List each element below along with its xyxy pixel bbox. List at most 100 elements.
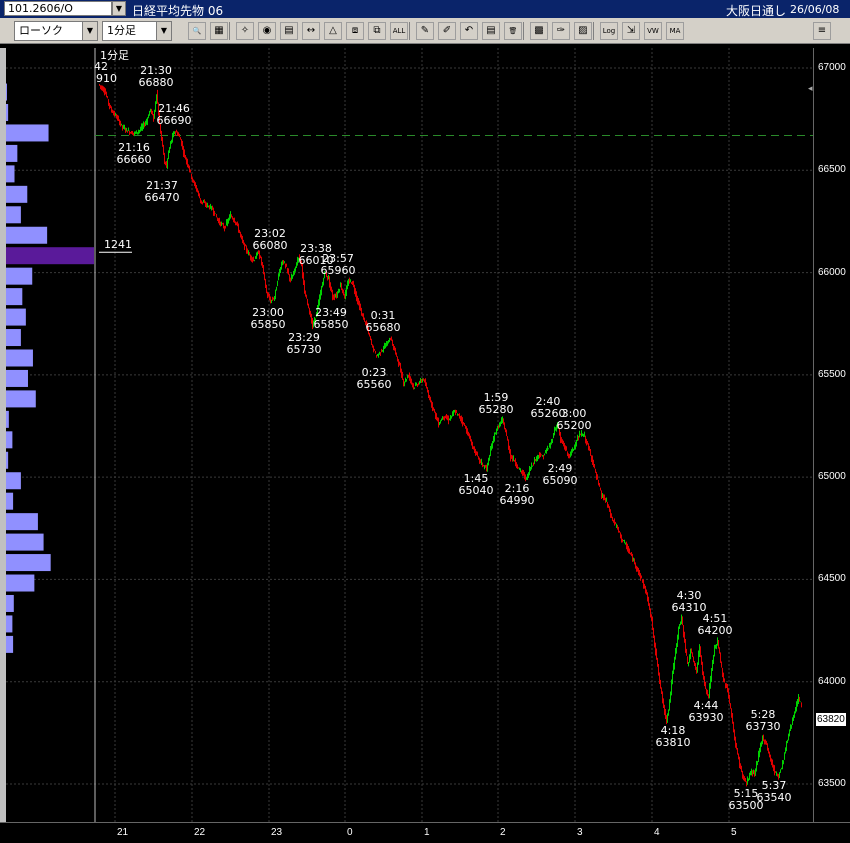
volume-profile-bar xyxy=(6,513,38,531)
volume-profile-bar xyxy=(6,615,13,633)
trash-icon[interactable]: 🗑 xyxy=(504,22,522,40)
volume-profile-bar xyxy=(6,451,9,469)
volume-profile-bar xyxy=(6,369,28,387)
annotation-price: 65090 xyxy=(542,473,578,487)
rewind-icon[interactable]: ↶ xyxy=(460,22,478,40)
toolbar-separator xyxy=(523,22,524,40)
volume-profile-bar xyxy=(6,247,94,265)
volume-profile-bar xyxy=(6,165,15,183)
zoom-icon[interactable]: 🔍 xyxy=(188,22,206,40)
chart-type-select[interactable]: ローソク ▼ xyxy=(14,21,98,41)
x-tick-label: 0 xyxy=(347,827,353,838)
annotation-price: 65680 xyxy=(365,321,401,335)
volume-profile-bar xyxy=(6,329,21,347)
tool-b-icon[interactable]: ◉ xyxy=(258,22,276,40)
annotation-price: 65200 xyxy=(556,419,592,433)
annotation-price: 64310 xyxy=(671,601,707,615)
tool-g-icon[interactable]: ⧉ xyxy=(368,22,386,40)
time-axis[interactable]: 21 22 23 0 1 2 3 4 5 xyxy=(0,822,850,843)
scale-marker-icon: ◂ xyxy=(808,84,813,94)
exit-icon[interactable]: ⇲ xyxy=(622,22,640,40)
y-tick-label: 65500 xyxy=(818,368,846,380)
vwap-icon[interactable]: VW xyxy=(644,22,662,40)
x-tick-label: 4 xyxy=(654,827,660,838)
color-icon[interactable]: ▨ xyxy=(574,22,592,40)
trade-date: 26/06/08 xyxy=(790,3,840,16)
y-tick-label: 66000 xyxy=(818,266,846,278)
annotation-price: 66660 xyxy=(116,152,152,166)
annotation-price: 66880 xyxy=(138,75,174,89)
annotation-price: 63540 xyxy=(756,790,792,804)
volume-profile-bar xyxy=(6,83,7,101)
annotation-price: 63810 xyxy=(655,735,691,749)
draw-icon[interactable]: ✐ xyxy=(438,22,456,40)
volume-profile-bar xyxy=(6,104,9,122)
tool-f-icon[interactable]: ⧈ xyxy=(346,22,364,40)
volume-profile-bar xyxy=(6,144,18,162)
volume-profile-bar xyxy=(6,288,23,306)
volume-profile-bar xyxy=(6,390,36,408)
x-tick-label: 22 xyxy=(194,827,206,838)
annotation-price: 66690 xyxy=(156,114,192,128)
all-icon[interactable]: ALL xyxy=(390,22,408,40)
ma-icon[interactable]: MA xyxy=(666,22,684,40)
table-icon[interactable]: ▦ xyxy=(210,22,228,40)
annotation-price: 65560 xyxy=(356,377,392,391)
tool-c-icon[interactable]: ▤ xyxy=(280,22,298,40)
chart-type-value: ローソク xyxy=(19,24,63,37)
first-bar-price: 910 xyxy=(96,72,117,85)
annotation-price: 64200 xyxy=(697,623,733,637)
tool-e-icon[interactable]: △ xyxy=(324,22,342,40)
pen-icon[interactable]: ✎ xyxy=(416,22,434,40)
volume-profile-bar xyxy=(6,554,51,572)
annotation-price: 65960 xyxy=(320,263,356,277)
volume-profile-bar xyxy=(6,185,28,203)
volume-profile-bar xyxy=(6,226,48,244)
volume-max-label: 1241 xyxy=(104,238,132,252)
symbol-input[interactable]: 101.2606/O xyxy=(4,1,112,16)
x-tick-label: 3 xyxy=(577,827,583,838)
tool-d-icon[interactable]: ↔ xyxy=(302,22,320,40)
title-bar: 101.2606/O ▼ 日経平均先物 06 大阪日通し 26/06/08 xyxy=(0,0,850,18)
log-icon[interactable]: Log xyxy=(600,22,618,40)
y-tick-label: 66500 xyxy=(818,164,846,176)
price-scale[interactable]: 67000 66500 66000 65500 65000 64500 64000 63500… xyxy=(808,48,850,822)
volume-profile-bar xyxy=(6,349,33,367)
annotation-price: 65730 xyxy=(286,342,322,356)
annotation-price: 65040 xyxy=(458,483,494,497)
y-tick-label: 63500 xyxy=(818,778,846,789)
volume-profile-bar xyxy=(6,472,21,490)
toolbar-separator xyxy=(409,22,410,40)
interval-select[interactable]: 1分足 ▼ xyxy=(102,21,172,41)
volume-profile-bar xyxy=(6,410,9,428)
annotation-price: 63930 xyxy=(688,711,724,725)
menu-icon[interactable]: ≡ xyxy=(813,22,831,40)
toolbar: ローソク ▼ 1分足 ▼ 🔍 ▦ ✧ ◉ ▤ ↔ △ ⧈ ⧉ ALL ✎ ✐ ↶ ▤ 🗑 ▩ ✑ ▨ Log ⇲ VW M… xyxy=(0,18,850,44)
annotation-price: 65850 xyxy=(250,318,286,332)
volume-profile-bar xyxy=(6,533,44,551)
note-icon[interactable]: ▤ xyxy=(482,22,500,40)
chevron-down-icon[interactable]: ▼ xyxy=(156,22,171,40)
x-tick-label: 1 xyxy=(424,827,430,838)
chart-area[interactable]: 1分足 42 910 1241 21:30 66880 21:46 66690 21:16 666… xyxy=(6,48,813,822)
y-tick-label: 67000 xyxy=(818,62,846,73)
chevron-down-icon[interactable]: ▼ xyxy=(82,22,97,40)
volume-profile-bar xyxy=(6,206,21,224)
instrument-name: 日経平均先物 06 xyxy=(132,4,224,18)
y-tick-label: 64500 xyxy=(818,573,846,585)
symbol-dropdown-icon[interactable]: ▼ xyxy=(112,1,126,16)
tool-a-icon[interactable]: ✧ xyxy=(236,22,254,40)
volume-profile-bar xyxy=(6,635,14,653)
volume-profile-bar xyxy=(6,431,13,449)
pattern-icon[interactable]: ▩ xyxy=(530,22,548,40)
volume-profile-bar xyxy=(6,308,26,326)
volume-profile-bar xyxy=(6,267,33,285)
toolbar-separator xyxy=(593,22,594,40)
paint-icon[interactable]: ✑ xyxy=(552,22,570,40)
market-label: 大阪日通し xyxy=(726,4,787,18)
annotation-price: 66470 xyxy=(144,191,180,205)
y-tick-label: 65000 xyxy=(818,471,846,483)
toolbar-separator xyxy=(229,22,230,40)
annotation-price: 63730 xyxy=(745,719,781,733)
x-tick-label: 5 xyxy=(731,827,737,838)
